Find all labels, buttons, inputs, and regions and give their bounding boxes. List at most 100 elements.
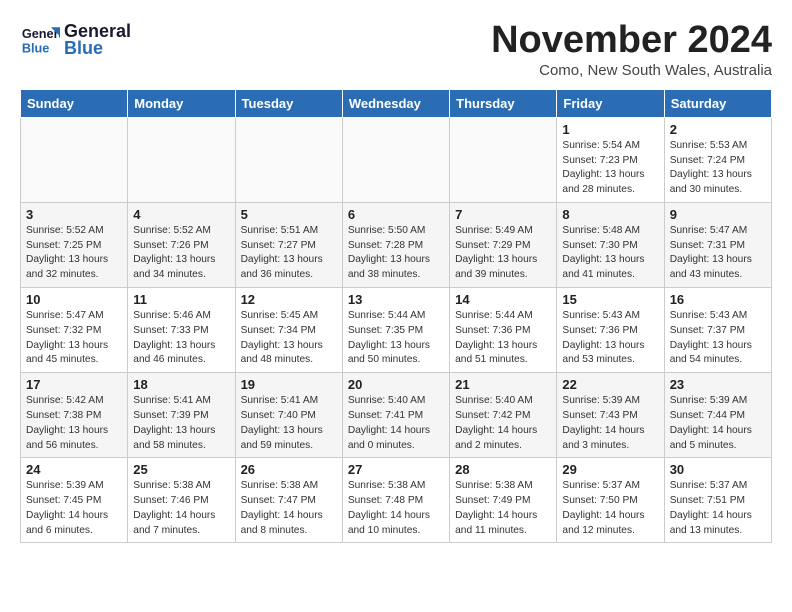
day-number: 20 (348, 377, 444, 392)
weekday-header-monday: Monday (128, 89, 235, 117)
logo: General Blue General Blue (20, 20, 131, 60)
day-number: 9 (670, 207, 766, 222)
calendar-cell (450, 117, 557, 202)
calendar-cell: 27 Sunrise: 5:38 AM Sunset: 7:48 PM Dayli… (342, 458, 449, 543)
day-number: 17 (26, 377, 122, 392)
day-info: Sunrise: 5:47 AM Sunset: 7:32 PM Dayligh… (26, 309, 122, 368)
calendar-cell: 25 Sunrise: 5:38 AM Sunset: 7:46 PM Dayli… (128, 458, 235, 543)
calendar-cell: 8 Sunrise: 5:48 AM Sunset: 7:30 PM Daylig… (557, 202, 664, 287)
day-info: Sunrise: 5:39 AM Sunset: 7:43 PM Dayligh… (562, 394, 658, 453)
day-number: 18 (133, 377, 229, 392)
calendar-week-1: 1 Sunrise: 5:54 AM Sunset: 7:23 PM Daylig… (21, 117, 772, 202)
day-number: 6 (348, 207, 444, 222)
calendar-cell: 21 Sunrise: 5:40 AM Sunset: 7:42 PM Dayli… (450, 373, 557, 458)
day-info: Sunrise: 5:47 AM Sunset: 7:31 PM Dayligh… (670, 224, 766, 283)
day-info: Sunrise: 5:52 AM Sunset: 7:26 PM Dayligh… (133, 224, 229, 283)
weekday-header-thursday: Thursday (450, 89, 557, 117)
day-number: 7 (455, 207, 551, 222)
day-number: 4 (133, 207, 229, 222)
day-info: Sunrise: 5:43 AM Sunset: 7:37 PM Dayligh… (670, 309, 766, 368)
calendar-cell: 11Sunrise: 5:46 AM Sunset: 7:33 PM Dayli… (128, 288, 235, 373)
day-info: Sunrise: 5:41 AM Sunset: 7:39 PM Dayligh… (133, 394, 229, 453)
calendar-cell: 23Sunrise: 5:39 AM Sunset: 7:44 PM Dayli… (664, 373, 771, 458)
calendar-cell: 14 Sunrise: 5:44 AM Sunset: 7:36 PM Dayli… (450, 288, 557, 373)
day-number: 25 (133, 462, 229, 477)
calendar-week-4: 17 Sunrise: 5:42 AM Sunset: 7:38 PM Dayli… (21, 373, 772, 458)
calendar-cell: 3 Sunrise: 5:52 AM Sunset: 7:25 PM Daylig… (21, 202, 128, 287)
day-number: 27 (348, 462, 444, 477)
weekday-header-tuesday: Tuesday (235, 89, 342, 117)
calendar-week-2: 3 Sunrise: 5:52 AM Sunset: 7:25 PM Daylig… (21, 202, 772, 287)
calendar-table: SundayMondayTuesdayWednesdayThursdayFrid… (20, 89, 772, 544)
calendar-cell (128, 117, 235, 202)
month-title: November 2024 (491, 20, 772, 62)
calendar-cell: 18 Sunrise: 5:41 AM Sunset: 7:39 PM Dayli… (128, 373, 235, 458)
day-info: Sunrise: 5:48 AM Sunset: 7:30 PM Dayligh… (562, 224, 658, 283)
day-number: 22 (562, 377, 658, 392)
day-info: Sunrise: 5:46 AM Sunset: 7:33 PM Dayligh… (133, 309, 229, 368)
page-header: General Blue General Blue November 2024 … (20, 20, 772, 79)
calendar-cell: 9 Sunrise: 5:47 AM Sunset: 7:31 PM Daylig… (664, 202, 771, 287)
day-number: 1 (562, 122, 658, 137)
day-info: Sunrise: 5:41 AM Sunset: 7:40 PM Dayligh… (241, 394, 337, 453)
location-subtitle: Como, New South Wales, Australia (491, 62, 772, 79)
day-info: Sunrise: 5:45 AM Sunset: 7:34 PM Dayligh… (241, 309, 337, 368)
calendar-cell: 5 Sunrise: 5:51 AM Sunset: 7:27 PM Daylig… (235, 202, 342, 287)
calendar-cell: 10Sunrise: 5:47 AM Sunset: 7:32 PM Dayli… (21, 288, 128, 373)
day-number: 29 (562, 462, 658, 477)
calendar-cell: 17 Sunrise: 5:42 AM Sunset: 7:38 PM Dayli… (21, 373, 128, 458)
calendar-cell: 7 Sunrise: 5:49 AM Sunset: 7:29 PM Daylig… (450, 202, 557, 287)
logo-icon: General Blue (20, 20, 60, 60)
day-number: 12 (241, 292, 337, 307)
day-info: Sunrise: 5:39 AM Sunset: 7:45 PM Dayligh… (26, 479, 122, 538)
day-info: Sunrise: 5:44 AM Sunset: 7:36 PM Dayligh… (455, 309, 551, 368)
day-number: 5 (241, 207, 337, 222)
day-info: Sunrise: 5:40 AM Sunset: 7:41 PM Dayligh… (348, 394, 444, 453)
day-number: 19 (241, 377, 337, 392)
day-info: Sunrise: 5:38 AM Sunset: 7:47 PM Dayligh… (241, 479, 337, 538)
day-info: Sunrise: 5:38 AM Sunset: 7:48 PM Dayligh… (348, 479, 444, 538)
weekday-header-friday: Friday (557, 89, 664, 117)
calendar-cell: 29 Sunrise: 5:37 AM Sunset: 7:50 PM Dayli… (557, 458, 664, 543)
day-info: Sunrise: 5:51 AM Sunset: 7:27 PM Dayligh… (241, 224, 337, 283)
day-info: Sunrise: 5:54 AM Sunset: 7:23 PM Dayligh… (562, 139, 658, 198)
day-number: 16 (670, 292, 766, 307)
calendar-cell (235, 117, 342, 202)
day-number: 24 (26, 462, 122, 477)
day-info: Sunrise: 5:52 AM Sunset: 7:25 PM Dayligh… (26, 224, 122, 283)
calendar-cell: 20 Sunrise: 5:40 AM Sunset: 7:41 PM Dayli… (342, 373, 449, 458)
day-info: Sunrise: 5:44 AM Sunset: 7:35 PM Dayligh… (348, 309, 444, 368)
day-number: 2 (670, 122, 766, 137)
day-info: Sunrise: 5:50 AM Sunset: 7:28 PM Dayligh… (348, 224, 444, 283)
day-info: Sunrise: 5:40 AM Sunset: 7:42 PM Dayligh… (455, 394, 551, 453)
day-info: Sunrise: 5:42 AM Sunset: 7:38 PM Dayligh… (26, 394, 122, 453)
calendar-cell: 22 Sunrise: 5:39 AM Sunset: 7:43 PM Dayli… (557, 373, 664, 458)
title-area: November 2024 Como, New South Wales, Aus… (491, 20, 772, 79)
day-info: Sunrise: 5:37 AM Sunset: 7:51 PM Dayligh… (670, 479, 766, 538)
calendar-cell: 26 Sunrise: 5:38 AM Sunset: 7:47 PM Dayli… (235, 458, 342, 543)
calendar-cell: 6 Sunrise: 5:50 AM Sunset: 7:28 PM Daylig… (342, 202, 449, 287)
svg-text:Blue: Blue (22, 41, 50, 56)
day-number: 30 (670, 462, 766, 477)
day-info: Sunrise: 5:37 AM Sunset: 7:50 PM Dayligh… (562, 479, 658, 538)
weekday-header-sunday: Sunday (21, 89, 128, 117)
day-number: 3 (26, 207, 122, 222)
calendar-cell: 13Sunrise: 5:44 AM Sunset: 7:35 PM Dayli… (342, 288, 449, 373)
day-info: Sunrise: 5:49 AM Sunset: 7:29 PM Dayligh… (455, 224, 551, 283)
calendar-cell: 12 Sunrise: 5:45 AM Sunset: 7:34 PM Dayli… (235, 288, 342, 373)
day-info: Sunrise: 5:38 AM Sunset: 7:49 PM Dayligh… (455, 479, 551, 538)
calendar-cell: 4 Sunrise: 5:52 AM Sunset: 7:26 PM Daylig… (128, 202, 235, 287)
calendar-week-3: 10Sunrise: 5:47 AM Sunset: 7:32 PM Dayli… (21, 288, 772, 373)
calendar-cell: 28 Sunrise: 5:38 AM Sunset: 7:49 PM Dayli… (450, 458, 557, 543)
day-number: 8 (562, 207, 658, 222)
calendar-cell: 2Sunrise: 5:53 AM Sunset: 7:24 PM Daylig… (664, 117, 771, 202)
day-number: 26 (241, 462, 337, 477)
day-number: 21 (455, 377, 551, 392)
calendar-cell: 30 Sunrise: 5:37 AM Sunset: 7:51 PM Dayli… (664, 458, 771, 543)
calendar-header: SundayMondayTuesdayWednesdayThursdayFrid… (21, 89, 772, 117)
day-number: 14 (455, 292, 551, 307)
day-number: 28 (455, 462, 551, 477)
calendar-cell (342, 117, 449, 202)
weekday-header-wednesday: Wednesday (342, 89, 449, 117)
day-info: Sunrise: 5:38 AM Sunset: 7:46 PM Dayligh… (133, 479, 229, 538)
